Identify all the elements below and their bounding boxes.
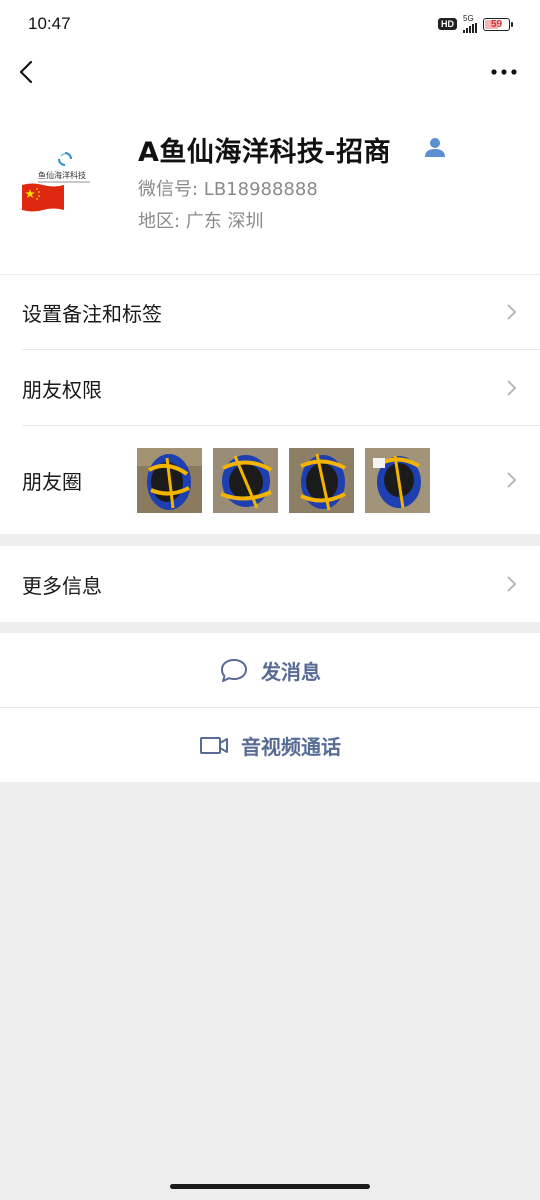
send-message-label: 发消息 [261, 659, 321, 684]
network-type: 5G [463, 14, 474, 23]
status-bar: 10:47 HD 5G 59 [0, 0, 540, 48]
status-time: 10:47 [28, 14, 71, 33]
more-info-label: 更多信息 [22, 574, 102, 598]
chevron-right-icon [507, 304, 517, 320]
send-message-button[interactable]: 发消息 [0, 633, 540, 707]
avatar-caption: 鱼仙海洋科技 [38, 171, 86, 180]
avatar[interactable]: 鱼仙海洋科技 [22, 134, 102, 214]
more-icon[interactable] [486, 56, 522, 88]
chevron-right-icon [507, 380, 517, 396]
more-info-row[interactable]: 更多信息 [0, 546, 540, 622]
moments-photo[interactable] [137, 448, 202, 513]
battery-level: 59 [490, 18, 503, 30]
profile-region: 地区: 广东 深圳 [138, 211, 264, 232]
chat-bubble-icon [221, 659, 247, 682]
hd-badge: HD [438, 18, 457, 30]
settings-list: 设置备注和标签 朋友权限 朋友圈 [0, 274, 540, 534]
video-call-label: 音视频通话 [241, 734, 341, 759]
back-icon[interactable] [12, 56, 44, 88]
nav-bar [0, 48, 540, 100]
moments-label: 朋友圈 [22, 470, 82, 494]
company-logo-icon [58, 152, 72, 166]
video-call-button[interactable]: 音视频通话 [0, 708, 540, 782]
moments-photo[interactable] [213, 448, 278, 513]
chevron-right-icon [507, 472, 517, 488]
profile-name: A鱼仙海洋科技-招商 [138, 137, 392, 168]
moments-row[interactable]: 朋友圈 [0, 426, 540, 534]
more-info-group: 更多信息 [0, 546, 540, 622]
moments-photo[interactable] [289, 448, 354, 513]
friend-permissions-label: 朋友权限 [22, 378, 102, 402]
wechat-id: 微信号: LB18988888 [138, 179, 318, 200]
china-flag-icon [22, 183, 64, 212]
contact-icon [425, 138, 445, 157]
profile-card: 鱼仙海洋科技 A鱼仙海洋科技-招商 微信号: LB18988888 地区: 广东… [0, 100, 540, 274]
friend-permissions-row[interactable]: 朋友权限 [0, 350, 540, 426]
video-camera-icon [200, 737, 228, 754]
chevron-right-icon [507, 576, 517, 592]
battery-icon: 59 [483, 17, 513, 31]
signal-icon: 5G [463, 15, 477, 33]
remark-tags-row[interactable]: 设置备注和标签 [0, 274, 540, 350]
remark-tags-label: 设置备注和标签 [22, 302, 162, 326]
home-indicator[interactable] [170, 1184, 370, 1189]
moments-photo[interactable] [365, 448, 430, 513]
status-icons: HD 5G 59 [438, 15, 513, 33]
moments-thumbnails [137, 448, 430, 513]
